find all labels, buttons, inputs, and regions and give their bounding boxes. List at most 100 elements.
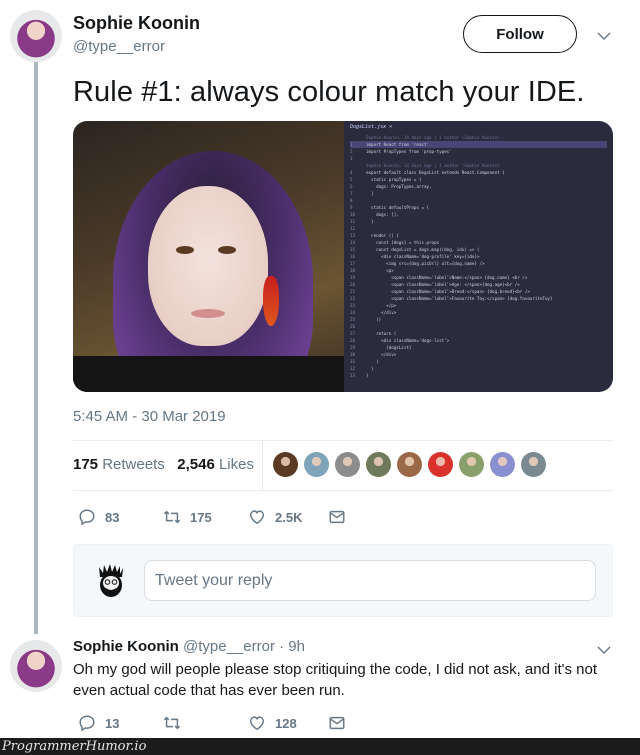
line-number: 29 xyxy=(350,345,356,350)
code-lines: 1 import React from 'react' 2 import PropTy… xyxy=(350,141,607,379)
code-text: } xyxy=(366,366,374,371)
code-text: } xyxy=(366,191,374,196)
code-text: dogs: PropTypes.array, xyxy=(366,184,432,189)
reply-input[interactable] xyxy=(144,560,596,601)
line-number: 5 xyxy=(350,177,353,182)
photo-eye xyxy=(218,246,236,254)
liker-avatar[interactable] xyxy=(366,452,391,477)
chevron-down-icon[interactable] xyxy=(597,28,611,44)
heart-icon xyxy=(249,716,265,731)
envelope-icon xyxy=(329,510,345,524)
ide-screenshot[interactable]: DogsList.jsx × Sophie Koonin, 14 days ag… xyxy=(344,121,613,392)
reply-button[interactable]: 13 xyxy=(78,714,163,732)
line-number: 21 xyxy=(350,289,356,294)
retweets-count: 175 xyxy=(73,456,99,473)
reply-author-handle[interactable]: @type__error xyxy=(183,638,275,655)
code-text: static propTypes = { xyxy=(366,177,422,182)
code-text: } xyxy=(366,373,369,378)
line-number: 17 xyxy=(350,261,356,266)
retweet-count: 175 xyxy=(190,509,212,525)
line-number: 14 xyxy=(350,240,356,245)
code-text: const dogsList = dogs.map((dog, idx) => … xyxy=(366,247,480,252)
liker-avatar[interactable] xyxy=(273,452,298,477)
retweet-button[interactable]: 175 xyxy=(163,508,248,526)
line-number: 13 xyxy=(350,233,356,238)
line-number: 11 xyxy=(350,219,356,224)
liker-avatars xyxy=(273,452,546,477)
code-text: <div className='dogs-list'> xyxy=(366,338,450,343)
code-line: 32 } xyxy=(350,365,607,372)
like-button[interactable]: 128 xyxy=(248,714,328,732)
code-line: 2 import PropTypes from 'prop-types' xyxy=(350,148,607,155)
reply-count: 13 xyxy=(105,715,120,731)
reply-author-name[interactable]: Sophie Koonin xyxy=(73,638,179,655)
tweet-timestamp[interactable]: 5:45 AM - 30 Mar 2019 xyxy=(73,408,226,425)
code-text: </p> xyxy=(366,303,397,308)
code-text: } xyxy=(366,219,374,224)
line-number: 12 xyxy=(350,226,356,231)
thread-line xyxy=(34,62,38,634)
direct-message-button[interactable] xyxy=(328,714,346,732)
direct-message-button[interactable] xyxy=(328,508,346,526)
divider xyxy=(73,490,613,491)
liker-avatar[interactable] xyxy=(521,452,546,477)
code-line: 9 static defaultProps = { xyxy=(350,204,607,211)
tweet-media[interactable]: DogsList.jsx × Sophie Koonin, 14 days ag… xyxy=(73,121,613,392)
line-number: 18 xyxy=(350,268,356,273)
code-text: <span className='label'>Age: </span>{dog… xyxy=(366,282,520,287)
reply-icon xyxy=(79,715,95,732)
code-line: 4 export default class DogsList extends R… xyxy=(350,169,607,176)
likes-stat[interactable]: 2,546 Likes xyxy=(177,456,254,473)
code-line: 26 xyxy=(350,323,607,330)
likes-label: Likes xyxy=(218,456,254,473)
code-text: <div className='dog-profile' key={idx}> xyxy=(366,254,480,259)
line-number: 20 xyxy=(350,282,356,287)
line-number: 22 xyxy=(350,296,356,301)
like-count: 128 xyxy=(275,715,297,731)
code-line: 29 {dogsList} xyxy=(350,344,607,351)
like-button[interactable]: 2.5K xyxy=(248,508,328,526)
liker-avatar[interactable] xyxy=(428,452,453,477)
blame-annotation: Sophie Koonin, 14 days ago | 1 author (S… xyxy=(366,135,500,140)
line-number: 26 xyxy=(350,324,356,329)
code-line: 17 <img src={dog.picUrl} alt={dog.name} … xyxy=(350,260,607,267)
liker-avatar[interactable] xyxy=(304,452,329,477)
author-handle[interactable]: @type__error xyxy=(73,38,165,55)
retweet-button[interactable] xyxy=(163,714,248,732)
retweet-icon xyxy=(163,716,181,730)
chevron-down-icon[interactable] xyxy=(597,642,611,658)
code-text: <p> xyxy=(366,268,394,273)
author-name[interactable]: Sophie Koonin xyxy=(73,13,200,34)
line-number: 4 xyxy=(350,170,353,175)
blame-annotation: Sophie Koonin, 14 days ago | 1 author (S… xyxy=(366,163,500,168)
liker-avatar[interactable] xyxy=(335,452,360,477)
reply-button[interactable]: 83 xyxy=(78,508,163,526)
line-number: 30 xyxy=(350,352,356,357)
code-line: 8 xyxy=(350,197,607,204)
code-line: 1 import React from 'react' xyxy=(350,141,607,148)
reply-composer xyxy=(73,544,613,617)
watermark: ProgrammerHumor.io xyxy=(0,738,640,755)
retweets-stat[interactable]: 175 Retweets xyxy=(73,456,165,473)
line-number: 8 xyxy=(350,198,353,203)
code-line: 23 </p> xyxy=(350,302,607,309)
liker-avatar[interactable] xyxy=(459,452,484,477)
selfie-photo[interactable] xyxy=(73,121,344,392)
code-text: const {dogs} = this.props xyxy=(366,240,440,245)
retweets-label: Retweets xyxy=(102,456,165,473)
line-number: 9 xyxy=(350,205,353,210)
follow-button[interactable]: Follow xyxy=(463,15,577,53)
code-line: 31 ) xyxy=(350,358,607,365)
line-number: 7 xyxy=(350,191,353,196)
liker-avatar[interactable] xyxy=(490,452,515,477)
code-line: 11 } xyxy=(350,218,607,225)
liker-avatar[interactable] xyxy=(397,452,422,477)
current-user-avatar[interactable] xyxy=(96,563,126,599)
author-avatar[interactable] xyxy=(10,10,62,62)
reply-author-avatar[interactable] xyxy=(10,640,62,692)
code-text: import PropTypes from 'prop-types' xyxy=(366,149,452,154)
like-count: 2.5K xyxy=(275,509,303,525)
reply-time[interactable]: · 9h xyxy=(279,638,305,655)
line-number: 2 xyxy=(350,149,353,154)
reply-count: 83 xyxy=(105,509,120,525)
